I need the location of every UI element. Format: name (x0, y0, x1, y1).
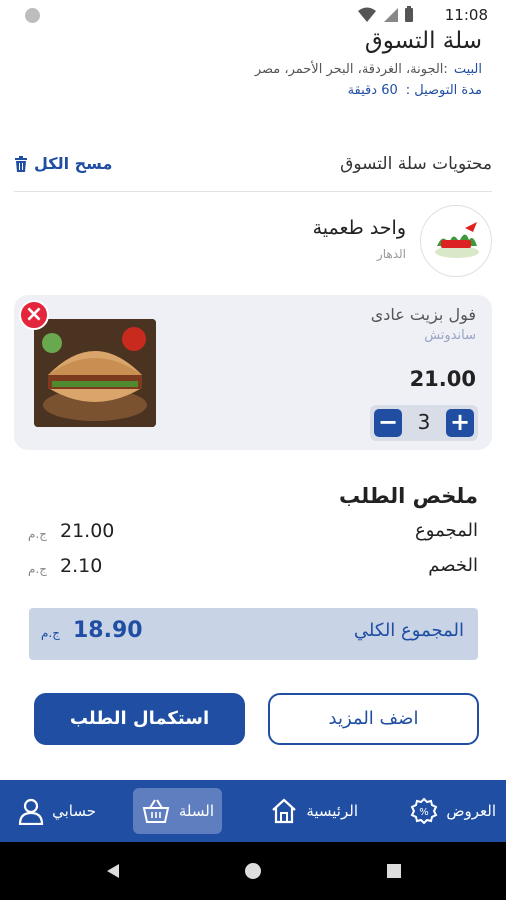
discount-currency: ج.م (28, 562, 47, 576)
total-currency: ج.م (41, 626, 60, 640)
delivery-time-value: 60 دقيقة (347, 83, 398, 98)
subtotal-currency: ج.م (28, 527, 47, 541)
user-icon (18, 798, 44, 825)
nav-cart-label: السلة (178, 802, 214, 820)
item-category: ساندوتش (424, 328, 476, 343)
bottom-nav: العروض % الرئيسية السلة حسابي (0, 780, 506, 842)
status-time: 11:08 (444, 6, 488, 24)
store-area: الدهار (376, 247, 406, 261)
recents-icon[interactable] (386, 863, 402, 879)
item-price: 21.00 (409, 367, 476, 391)
discount-value: 2.10 (60, 555, 103, 577)
store-row: واحد طعمية الدهار (14, 205, 492, 277)
signal-icon (384, 7, 398, 22)
total-label: المجموع الكلي (353, 620, 464, 641)
decrease-quantity-button[interactable]: − (374, 409, 402, 437)
nav-item-cart[interactable]: السلة (132, 788, 222, 834)
wifi-icon (358, 7, 376, 22)
order-summary-title: ملخص الطلب (338, 484, 478, 508)
delivery-time-label: مدة التوصيل : (405, 83, 482, 98)
status-icons (358, 6, 414, 23)
address-row[interactable]: البيت :الجونة، الغردقة، البحر الأحمر، مص… (24, 62, 482, 77)
notification-dot-icon (25, 8, 40, 23)
remove-item-button[interactable]: × (19, 300, 49, 330)
nav-account-label: حسابي (52, 802, 96, 820)
home-circle-icon[interactable] (244, 862, 262, 880)
store-name: واحد طعمية (312, 217, 406, 239)
complete-order-button[interactable]: استكمال الطلب (34, 693, 245, 745)
clear-all-button[interactable]: مسح الكل (14, 154, 112, 173)
store-logo (420, 205, 492, 277)
trash-icon (15, 155, 27, 172)
total-box: المجموع الكلي 18.90 ج.م (29, 608, 478, 660)
discount-row: الخصم 2.10 ج.م (28, 555, 478, 585)
system-nav-bar (0, 842, 506, 900)
nav-item-account[interactable]: حسابي (18, 788, 96, 834)
nav-item-home[interactable]: الرئيسية (270, 788, 358, 834)
subtotal-value: 21.00 (60, 520, 115, 542)
item-name: فول بزيت عادى (370, 305, 476, 324)
back-icon[interactable] (106, 863, 120, 879)
cart-contents-title: محتويات سلة التسوق (340, 154, 492, 174)
address-text: :الجونة، الغردقة، البحر الأحمر، مصر (254, 62, 448, 77)
discount-badge-icon: % (411, 797, 438, 825)
nav-item-offers[interactable]: العروض % (410, 788, 496, 834)
quantity-stepper: + 3 − (370, 405, 478, 441)
cart-item-card: فول بزيت عادى ساندوتش 21.00 + 3 − × (14, 295, 492, 450)
increase-quantity-button[interactable]: + (446, 409, 474, 437)
cart-contents-header: محتويات سلة التسوق مسح الكل (14, 148, 492, 192)
subtotal-row: المجموع 21.00 ج.م (28, 520, 478, 550)
item-image (34, 319, 156, 427)
svg-text:%: % (420, 807, 430, 818)
header: سلة التسوق البيت :الجونة، الغردقة، البحر… (24, 28, 482, 108)
page-title: سلة التسوق (364, 28, 482, 54)
clear-all-label: مسح الكل (34, 154, 113, 173)
nav-offers-label: العروض (446, 802, 496, 820)
status-bar: 11:08 (0, 0, 506, 30)
battery-icon (405, 6, 413, 22)
quantity-value: 3 (417, 410, 431, 434)
delivery-time-row: مدة التوصيل : 60 دقيقة (24, 83, 482, 98)
discount-label: الخصم (428, 555, 478, 576)
nav-home-label: الرئيسية (306, 802, 358, 820)
home-icon (272, 798, 297, 824)
add-more-button[interactable]: اضف المزيد (268, 693, 479, 745)
address-label: البيت (453, 62, 482, 77)
basket-icon (142, 799, 170, 823)
subtotal-label: المجموع (415, 520, 478, 541)
total-value: 18.90 (73, 618, 143, 643)
